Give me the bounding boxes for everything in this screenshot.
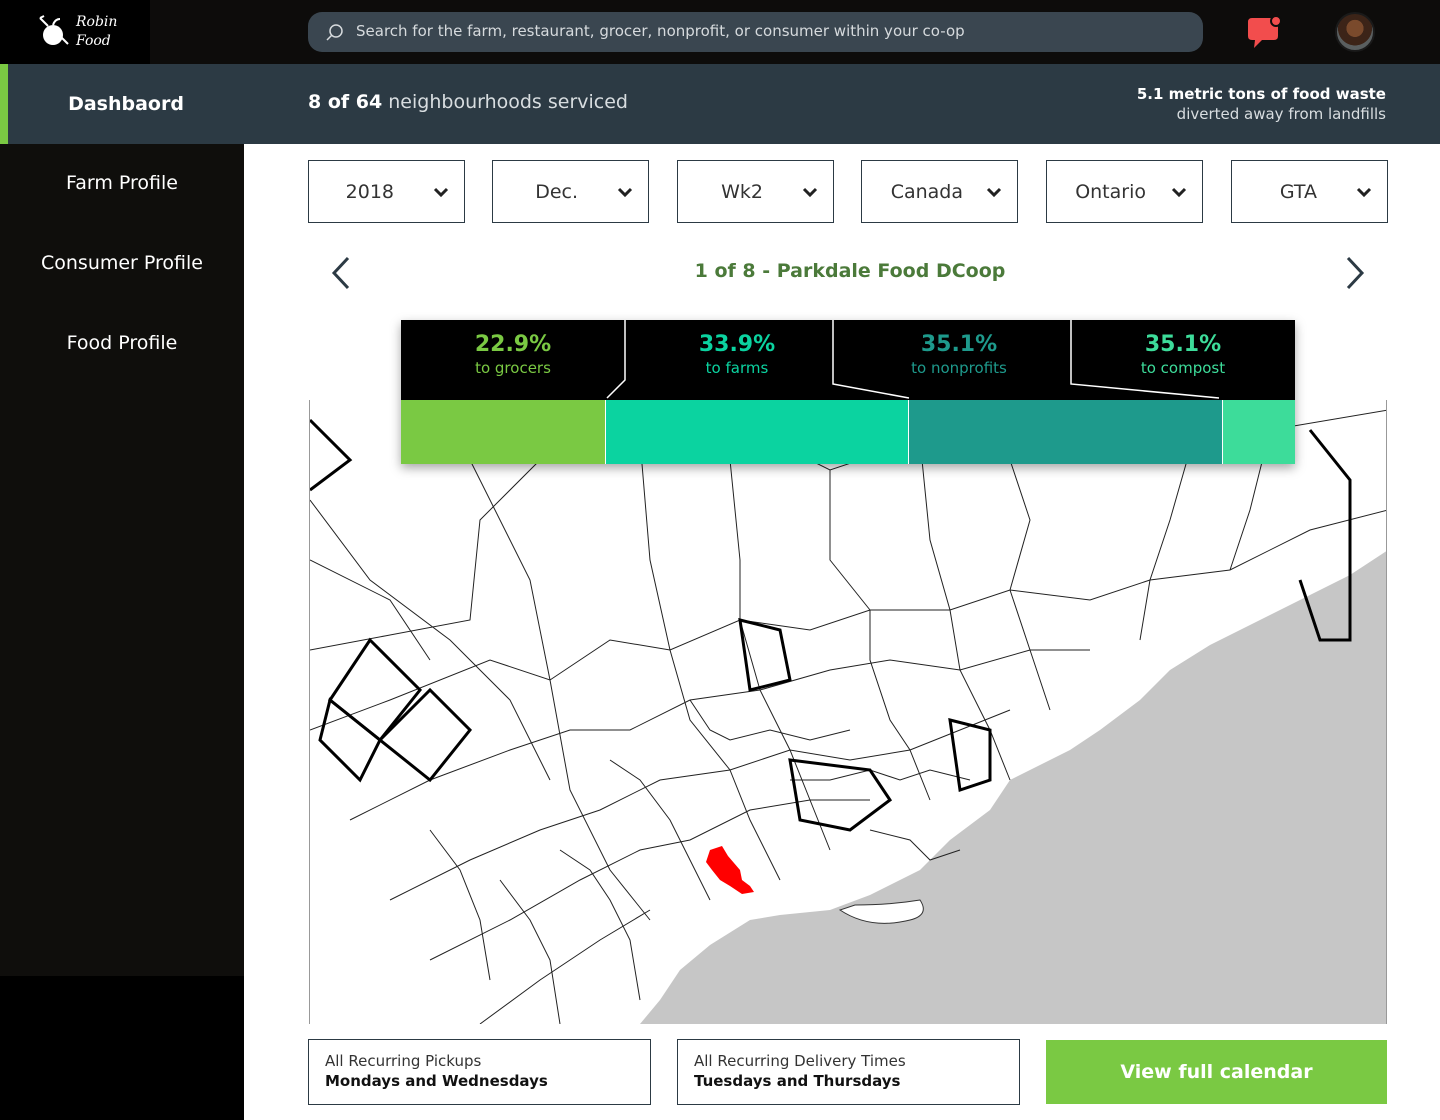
- chevron-right-icon[interactable]: [1342, 255, 1368, 291]
- pickups-title: All Recurring Pickups: [325, 1052, 482, 1070]
- nonprofits-percent: 35.1%: [920, 332, 998, 357]
- year-select[interactable]: 2018: [308, 160, 465, 223]
- bar-segment-nonprofits: [909, 400, 1223, 464]
- waste-amount: 5.1 metric tons of food waste: [1136, 85, 1386, 103]
- bar-segment-grocers: [401, 400, 606, 464]
- week-select[interactable]: Wk2: [677, 160, 834, 223]
- pickups-value: Mondays and Wednesdays: [325, 1072, 548, 1090]
- nonprofits-label: to nonprofits: [911, 359, 1007, 377]
- region-value: GTA: [1279, 181, 1317, 203]
- province-select[interactable]: Ontario: [1046, 160, 1203, 223]
- neighbourhoods-serviced: 8 of 64 neighbourhoods serviced: [308, 91, 628, 113]
- delivery-title: All Recurring Delivery Times: [694, 1052, 906, 1070]
- lake-ontario: [640, 551, 1386, 1024]
- nonprofits-stat: 35.1% to nonprofits: [859, 332, 1059, 377]
- avatar[interactable]: [1335, 12, 1375, 52]
- view-calendar-button[interactable]: View full calendar: [1046, 1040, 1387, 1104]
- farms-label: to farms: [705, 359, 769, 377]
- coop-title: 1 of 8 - Parkdale Food DCoop: [694, 260, 1006, 282]
- neighbourhood-map[interactable]: [309, 400, 1387, 1024]
- bar-segment-compost: [1223, 400, 1295, 464]
- search-input[interactable]: Search for the farm, restaurant, grocer,…: [356, 22, 965, 40]
- recurring-pickups-card: All Recurring Pickups Mondays and Wednes…: [308, 1039, 651, 1105]
- compost-percent: 35.1%: [1144, 332, 1222, 357]
- month-value: Dec.: [535, 181, 578, 203]
- sidebar-item-consumer-profile[interactable]: Consumer Profile: [0, 252, 244, 274]
- region-select[interactable]: GTA: [1231, 160, 1388, 223]
- week-value: Wk2: [721, 181, 763, 203]
- neighbourhood-count: 8 of 64: [308, 91, 383, 113]
- logo-text: Robin Food: [76, 14, 118, 49]
- farms-percent: 33.9%: [698, 332, 776, 357]
- waste-diverted: 5.1 metric tons of food waste diverted a…: [1137, 84, 1386, 124]
- chevron-down-icon: [433, 187, 449, 198]
- grocers-stat: 22.9% to grocers: [413, 332, 613, 377]
- logo[interactable]: Robin Food: [0, 0, 150, 64]
- recurring-delivery-card: All Recurring Delivery Times Tuesdays an…: [677, 1039, 1020, 1105]
- bar-segment-farms: [606, 400, 909, 464]
- chevron-down-icon: [1171, 187, 1187, 198]
- sidebar-item-food-profile[interactable]: Food Profile: [0, 332, 244, 354]
- delivery-value: Tuesdays and Thursdays: [694, 1072, 901, 1090]
- active-indicator: [0, 64, 8, 144]
- sidebar-item-dashboard[interactable]: Dashbaord: [8, 64, 244, 144]
- search-icon: [326, 24, 343, 41]
- chevron-down-icon: [617, 187, 633, 198]
- sidebar-item-farm-profile[interactable]: Farm Profile: [0, 172, 244, 194]
- chevron-down-icon: [986, 187, 1002, 198]
- search-bar[interactable]: Search for the farm, restaurant, grocer,…: [308, 12, 1203, 52]
- compost-label: to compost: [1140, 359, 1226, 377]
- neighbourhood-label: neighbourhoods serviced: [388, 91, 628, 113]
- map-canvas: [310, 409, 1386, 1024]
- parkdale-region: [706, 846, 754, 894]
- chevron-down-icon: [1356, 187, 1372, 198]
- chevron-left-icon[interactable]: [328, 255, 354, 291]
- chevron-down-icon: [802, 187, 818, 198]
- province-value: Ontario: [1075, 181, 1146, 203]
- country-select[interactable]: Canada: [861, 160, 1018, 223]
- year-value: 2018: [345, 181, 394, 203]
- apple-logo-icon: [39, 15, 69, 45]
- waste-description: diverted away from landfills: [1176, 105, 1386, 123]
- country-value: Canada: [890, 181, 963, 203]
- farms-stat: 33.9% to farms: [637, 332, 837, 377]
- month-select[interactable]: Dec.: [492, 160, 649, 223]
- waste-breakdown-panel: 22.9% to grocers 33.9% to farms 35.1% to…: [401, 320, 1295, 464]
- grocers-label: to grocers: [475, 359, 551, 377]
- compost-stat: 35.1% to compost: [1083, 332, 1283, 377]
- chat-notification-icon[interactable]: [1244, 16, 1284, 50]
- sidebar-footer: [0, 976, 244, 1120]
- grocers-percent: 22.9%: [474, 332, 552, 357]
